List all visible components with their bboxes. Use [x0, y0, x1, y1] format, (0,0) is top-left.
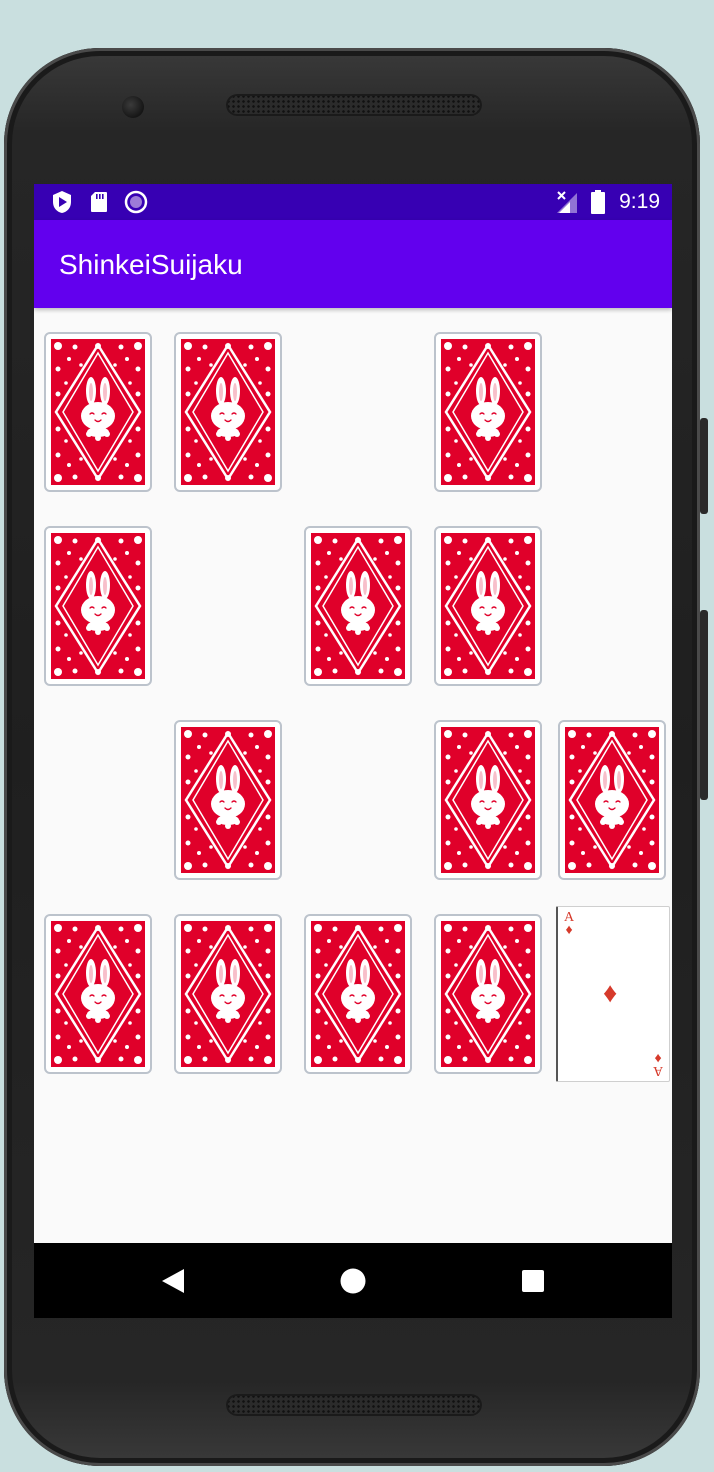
card-back-image [441, 921, 535, 1067]
status-bar: 9:19 [34, 184, 672, 220]
card-back[interactable] [44, 526, 152, 686]
status-time: 9:19 [619, 190, 660, 213]
card-back[interactable] [174, 332, 282, 492]
diamond-suit-icon: ♦ [654, 1050, 662, 1065]
card-corner-bottom: A ♦ [652, 1050, 663, 1078]
diamond-pip-icon: ♦ [603, 977, 618, 1008]
card-rank: A [652, 1063, 663, 1078]
shield-play-icon [51, 190, 73, 214]
front-camera [122, 96, 144, 118]
power-button [700, 418, 708, 514]
card-back-image [441, 339, 535, 485]
back-icon[interactable] [160, 1267, 190, 1295]
home-icon[interactable] [339, 1267, 369, 1295]
card-back[interactable] [44, 332, 152, 492]
card-back-image [565, 727, 659, 873]
card-back[interactable] [304, 526, 412, 686]
card-back[interactable] [304, 914, 412, 1074]
record-icon [124, 190, 148, 214]
app-title: ShinkeiSuijaku [59, 249, 243, 280]
navigation-bar [34, 1243, 672, 1318]
volume-button [700, 610, 708, 800]
card-back[interactable] [434, 720, 542, 880]
sd-card-icon [89, 190, 109, 214]
bottom-speaker [226, 1394, 482, 1416]
card-back-image [441, 727, 535, 873]
recents-icon[interactable] [520, 1267, 550, 1295]
card-back-image [181, 727, 275, 873]
card-back[interactable] [434, 332, 542, 492]
card-back-image [181, 339, 275, 485]
app-bar: ShinkeiSuijaku [34, 220, 672, 308]
card-back-image [441, 533, 535, 679]
card-back-image [51, 339, 145, 485]
card-corner-top: A ♦ [564, 911, 574, 938]
card-back-image [51, 533, 145, 679]
device-screen: 9:19 ShinkeiSuijaku A ♦ ♦ A ♦ [34, 184, 672, 1318]
top-speaker [226, 94, 482, 116]
card-back-image [311, 921, 405, 1067]
card-back[interactable] [558, 720, 666, 880]
diamond-suit-icon: ♦ [565, 923, 573, 938]
card-back-image [181, 921, 275, 1067]
card-back-image [311, 533, 405, 679]
card-back[interactable] [44, 914, 152, 1074]
card-back-image [51, 921, 145, 1067]
card-grid: A ♦ ♦ A ♦ [34, 308, 672, 1243]
battery-icon [590, 190, 606, 214]
card-back[interactable] [434, 526, 542, 686]
card-back[interactable] [174, 914, 282, 1074]
card-face-ace-of-diamonds[interactable]: A ♦ ♦ A ♦ [556, 906, 670, 1082]
signal-off-icon [556, 190, 578, 214]
card-back[interactable] [434, 914, 542, 1074]
card-back[interactable] [174, 720, 282, 880]
